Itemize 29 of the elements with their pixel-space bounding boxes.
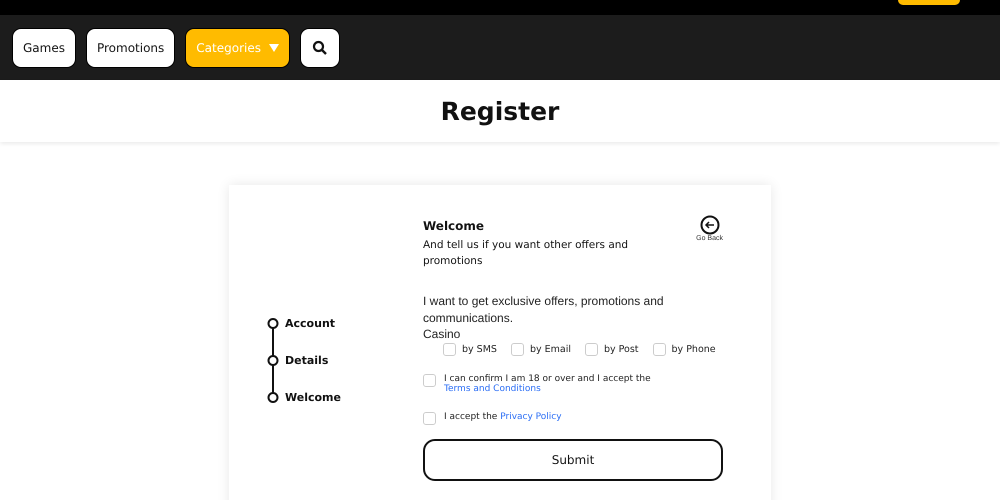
option-label: by Email xyxy=(530,344,571,355)
page-title: Register xyxy=(440,96,560,126)
checkbox[interactable] xyxy=(652,343,666,356)
checkbox[interactable] xyxy=(584,343,598,356)
policy-link[interactable]: Privacy Policy xyxy=(500,412,562,422)
consent-text: I accept the Privacy Policy xyxy=(444,412,562,422)
checkbox[interactable] xyxy=(423,412,436,425)
nav-button[interactable]: Promotions xyxy=(86,28,176,68)
search-button[interactable] xyxy=(300,28,340,68)
option-label: by Post xyxy=(604,344,639,355)
form-title: Welcome xyxy=(423,219,486,233)
checkbox[interactable] xyxy=(443,343,456,356)
group-label: Casino xyxy=(423,327,462,341)
checkbox[interactable] xyxy=(510,343,524,356)
nav-button[interactable]: Games xyxy=(12,28,76,68)
submit-button[interactable]: Submit xyxy=(423,439,723,481)
header-button[interactable] xyxy=(898,0,960,5)
consent-text: I can confirm I am 18 or over and I accept the Terms and Conditions xyxy=(444,374,652,394)
option-label: by Phone xyxy=(672,344,716,355)
step-label: Welcome xyxy=(285,391,341,404)
step-label: Details xyxy=(285,354,328,367)
offers-text: I want to get exclusive offers, promotions and communications. xyxy=(423,293,665,327)
caret-icon xyxy=(268,44,279,52)
checkbox[interactable] xyxy=(423,374,436,387)
step-label: Account xyxy=(285,317,336,330)
option-label: by SMS xyxy=(462,344,497,355)
policy-link[interactable]: Terms and Conditions xyxy=(444,384,541,394)
search-icon xyxy=(312,40,328,56)
form-subtitle: And tell us if you want other offers and promotions xyxy=(423,238,630,269)
